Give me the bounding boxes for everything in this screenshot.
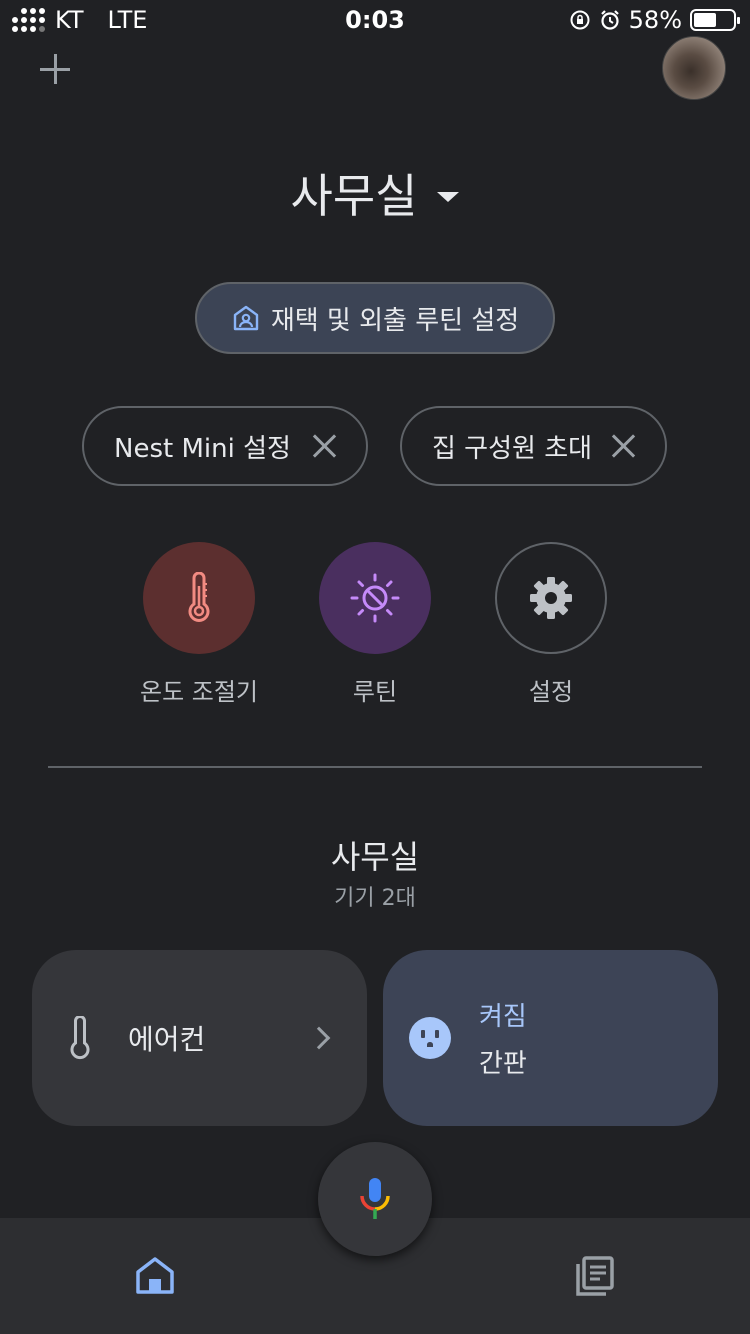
battery-percent: 58% xyxy=(628,6,682,34)
away-routine-label: 재택 및 외출 루틴 설정 xyxy=(270,305,520,336)
device-texts: 켜짐 간판 xyxy=(479,996,527,1080)
device-tile-aircon[interactable]: 에어컨 xyxy=(32,950,367,1126)
room-device-count: 기기 2대 xyxy=(334,886,416,911)
chip-label: Nest Mini 설정 xyxy=(114,433,291,464)
status-bar: KT LTE 0:03 58% xyxy=(0,0,750,40)
home-away-icon xyxy=(233,305,259,331)
thermometer-icon xyxy=(70,1016,90,1060)
home-selector[interactable]: 사무실 xyxy=(0,160,750,226)
close-icon[interactable] xyxy=(611,434,635,458)
screen: KT LTE 0:03 58% 사무실 재택 및 외출 루틴 설정 Nest M… xyxy=(0,0,750,1334)
device-name: 간판 xyxy=(479,1049,527,1079)
avatar[interactable] xyxy=(662,36,726,100)
device-state: 켜짐 xyxy=(479,1002,527,1032)
feed-icon[interactable] xyxy=(572,1254,616,1298)
microphone-button[interactable] xyxy=(318,1142,432,1256)
chevron-right-icon xyxy=(307,1026,331,1050)
microphone-icon xyxy=(360,1178,390,1219)
divider xyxy=(48,766,702,768)
status-right: 58% xyxy=(569,6,740,34)
chip-invite-member[interactable]: 집 구성원 초대 xyxy=(400,406,667,486)
device-name: 에어컨 xyxy=(128,1023,206,1056)
shortcut-settings[interactable]: 설정 xyxy=(466,542,636,707)
shortcut-circle[interactable] xyxy=(143,542,255,654)
chip-nest-mini-setup[interactable]: Nest Mini 설정 xyxy=(82,406,368,486)
shortcut-label: 루틴 xyxy=(352,678,398,706)
shortcut-label: 설정 xyxy=(528,678,574,706)
shortcut-circle[interactable] xyxy=(319,542,431,654)
battery-icon xyxy=(690,9,740,31)
home-icon[interactable] xyxy=(134,1254,176,1296)
shortcut-label: 온도 조절기 xyxy=(139,678,259,706)
alarm-icon xyxy=(600,10,619,30)
shortcut-circle[interactable] xyxy=(495,542,607,654)
chevron-down-icon xyxy=(437,192,460,202)
home-title: 사무실 xyxy=(290,169,418,223)
routine-sun-icon xyxy=(350,573,400,623)
close-icon[interactable] xyxy=(312,434,336,458)
outlet-icon[interactable] xyxy=(409,1017,451,1059)
gear-icon xyxy=(530,577,572,619)
thermometer-icon xyxy=(188,572,210,622)
battery-fill xyxy=(694,13,717,27)
device-tile-sign[interactable]: 켜짐 간판 xyxy=(383,950,718,1126)
room-title: 사무실 xyxy=(330,838,420,876)
chip-label: 집 구성원 초대 xyxy=(432,433,593,464)
shortcut-thermostat[interactable]: 온도 조절기 xyxy=(114,542,284,707)
away-routine-button[interactable]: 재택 및 외출 루틴 설정 xyxy=(195,282,555,354)
plus-icon[interactable] xyxy=(36,50,76,90)
rotation-lock-icon xyxy=(570,10,590,30)
shortcut-routines[interactable]: 루틴 xyxy=(290,542,460,707)
